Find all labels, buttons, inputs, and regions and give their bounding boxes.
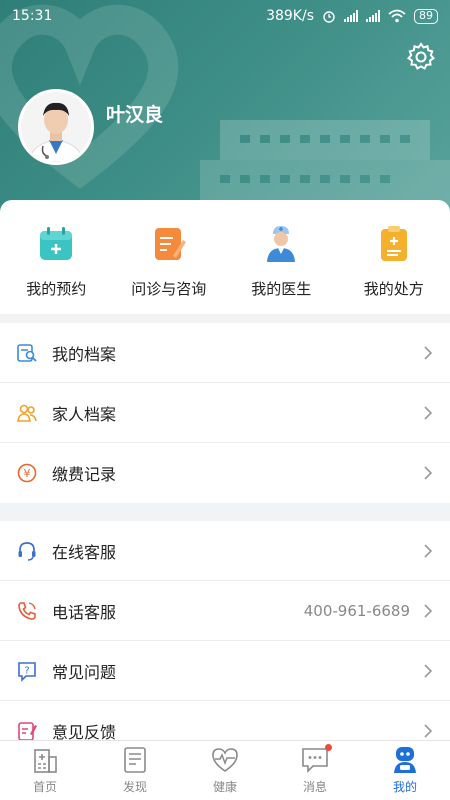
- doctor-avatar-icon: [21, 92, 91, 162]
- menu-item-faq[interactable]: ? 常见问题: [0, 641, 450, 701]
- quick-actions-card: 我的预约 问诊与咨询 我的医生 我的处方: [0, 200, 450, 314]
- menu-label: 电话客服: [52, 602, 117, 622]
- chevron-right-icon: [424, 543, 433, 558]
- message-icon-wrap: [300, 744, 332, 775]
- quick-item-my-doctor[interactable]: 我的医生: [225, 200, 338, 314]
- hospital-icon: [34, 749, 57, 773]
- wifi-icon: [388, 9, 406, 23]
- phone-number: 400-961-6689: [303, 601, 410, 620]
- status-time: 15:31: [12, 8, 53, 24]
- quick-item-consultation[interactable]: 问诊与咨询: [113, 200, 226, 314]
- battery-indicator: 89: [414, 8, 438, 24]
- tab-mine[interactable]: 我的: [360, 741, 450, 800]
- tab-health[interactable]: 健康: [180, 741, 270, 800]
- quick-label: 我的预约: [26, 280, 87, 298]
- service-menu: 在线客服 电话客服 400-961-6689 ? 常见问题 意见反馈: [0, 521, 450, 761]
- robot-avatar-icon: [394, 747, 416, 773]
- quick-label: 问诊与咨询: [131, 280, 207, 298]
- discover-icon: [124, 747, 146, 773]
- quick-label: 我的医生: [251, 280, 312, 298]
- menu-item-payment-records[interactable]: ¥ 缴费记录: [0, 443, 450, 503]
- feedback-icon: [16, 720, 38, 742]
- tab-label: 消息: [302, 780, 327, 794]
- tab-discover[interactable]: 发现: [90, 741, 180, 800]
- calendar-icon: [40, 227, 73, 260]
- menu-label: 在线客服: [52, 542, 117, 562]
- chevron-right-icon: [424, 405, 433, 420]
- profile-header: 15:31 389K/s 89 叶汉良: [0, 0, 450, 230]
- records-menu: 我的档案 家人档案 ¥ 缴费记录: [0, 323, 450, 503]
- alarm-icon: [323, 11, 335, 23]
- quick-label: 我的处方: [363, 280, 424, 298]
- faq-icon: ?: [16, 660, 38, 682]
- menu-item-family-records[interactable]: 家人档案: [0, 383, 450, 443]
- user-name[interactable]: 叶汉良: [106, 100, 163, 127]
- menu-item-online-service[interactable]: 在线客服: [0, 521, 450, 581]
- status-bar: 15:31 389K/s 89: [0, 0, 450, 32]
- network-speed: 389K/s: [266, 8, 314, 24]
- avatar[interactable]: [18, 89, 94, 165]
- payment-icon: ¥: [16, 462, 38, 484]
- signal-icon: [344, 10, 358, 22]
- tab-label: 健康: [212, 780, 237, 794]
- quick-item-appointments[interactable]: 我的预约: [0, 200, 113, 314]
- consult-note-icon: [154, 228, 186, 260]
- headset-icon: [16, 540, 38, 562]
- quick-item-prescriptions[interactable]: 我的处方: [338, 200, 450, 314]
- menu-label: 家人档案: [52, 404, 117, 424]
- menu-item-my-records[interactable]: 我的档案: [0, 323, 450, 383]
- signal-icon: [366, 10, 380, 22]
- tab-messages[interactable]: 消息: [270, 741, 360, 800]
- tab-home[interactable]: 首页: [0, 741, 90, 800]
- menu-label: 我的档案: [52, 344, 117, 364]
- chevron-right-icon: [424, 466, 433, 480]
- gear-icon[interactable]: [404, 40, 438, 74]
- chevron-right-icon: [424, 724, 433, 738]
- profile-search-icon: [16, 342, 38, 364]
- heart-pulse-icon: [212, 748, 238, 772]
- family-icon: [16, 402, 38, 424]
- tab-label: 发现: [122, 780, 147, 794]
- unread-badge: [325, 744, 332, 751]
- bottom-tab-bar: 首页 发现 健康 消息 我的: [0, 740, 450, 800]
- chevron-right-icon: [424, 345, 433, 360]
- tab-label: 我的: [392, 780, 417, 794]
- svg-text:?: ?: [24, 665, 29, 676]
- menu-label: 缴费记录: [52, 465, 117, 484]
- menu-label: 常见问题: [52, 662, 117, 682]
- prescription-icon: [380, 226, 407, 261]
- chevron-right-icon: [424, 603, 433, 618]
- doctor-icon: [267, 226, 296, 262]
- menu-item-phone-service[interactable]: 电话客服 400-961-6689: [0, 581, 450, 641]
- chevron-right-icon: [424, 663, 433, 678]
- tab-label: 首页: [32, 780, 57, 794]
- phone-icon: [16, 600, 38, 622]
- svg-text:¥: ¥: [24, 467, 31, 480]
